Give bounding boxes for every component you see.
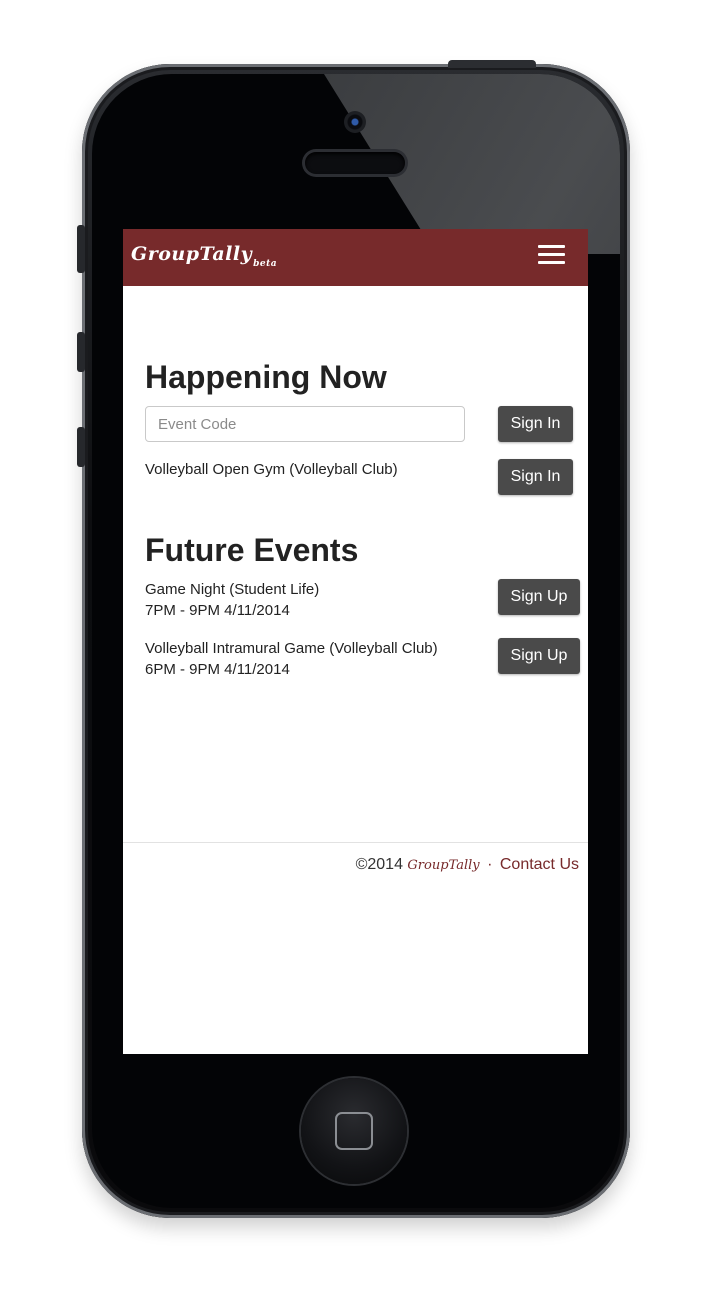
app-screen: GroupTallybeta Happening Now Sign In Vol…: [123, 229, 588, 1054]
sign-up-button[interactable]: Sign Up: [498, 638, 580, 674]
event-name: Game Night (Student Life): [145, 581, 320, 598]
list-item: Volleyball Open Gym (Volleyball Club): [145, 459, 398, 480]
volume-down-button: [77, 427, 85, 467]
power-button: [448, 60, 536, 68]
mute-switch: [77, 225, 85, 273]
sign-up-button[interactable]: Sign Up: [498, 579, 580, 615]
brand-beta-tag: beta: [253, 259, 278, 269]
list-item: Game Night (Student Life) 7PM - 9PM 4/11…: [145, 579, 319, 621]
event-code-input[interactable]: [145, 406, 465, 442]
navbar: GroupTallybeta: [123, 229, 588, 286]
copyright-text: ©2014: [355, 856, 403, 873]
volume-up-button: [77, 332, 85, 372]
event-time: 7PM - 9PM 4/11/2014: [145, 602, 290, 619]
sign-in-button[interactable]: Sign In: [498, 459, 573, 495]
home-square-icon: [335, 1112, 373, 1150]
footer: ©2014 GroupTally · Contact Us: [356, 856, 579, 874]
hamburger-menu-icon[interactable]: [538, 245, 568, 267]
happening-now-heading: Happening Now: [145, 359, 387, 395]
contact-us-link[interactable]: Contact Us: [500, 856, 579, 873]
list-item: Volleyball Intramural Game (Volleyball C…: [145, 638, 438, 680]
footer-separator: ·: [487, 856, 493, 873]
home-button[interactable]: [301, 1078, 407, 1184]
event-name: Volleyball Open Gym (Volleyball Club): [145, 461, 398, 478]
future-events-heading: Future Events: [145, 532, 359, 568]
event-code-sign-in-button[interactable]: Sign In: [498, 406, 573, 442]
footer-divider: [123, 842, 588, 843]
event-name: Volleyball Intramural Game (Volleyball C…: [145, 640, 438, 657]
front-camera: [344, 111, 366, 133]
brand-name: GroupTally: [131, 243, 253, 265]
footer-brand: GroupTally: [407, 858, 480, 873]
brand-logo[interactable]: GroupTallybeta: [131, 243, 277, 269]
earpiece-speaker: [305, 152, 405, 174]
event-time: 6PM - 9PM 4/11/2014: [145, 661, 290, 678]
